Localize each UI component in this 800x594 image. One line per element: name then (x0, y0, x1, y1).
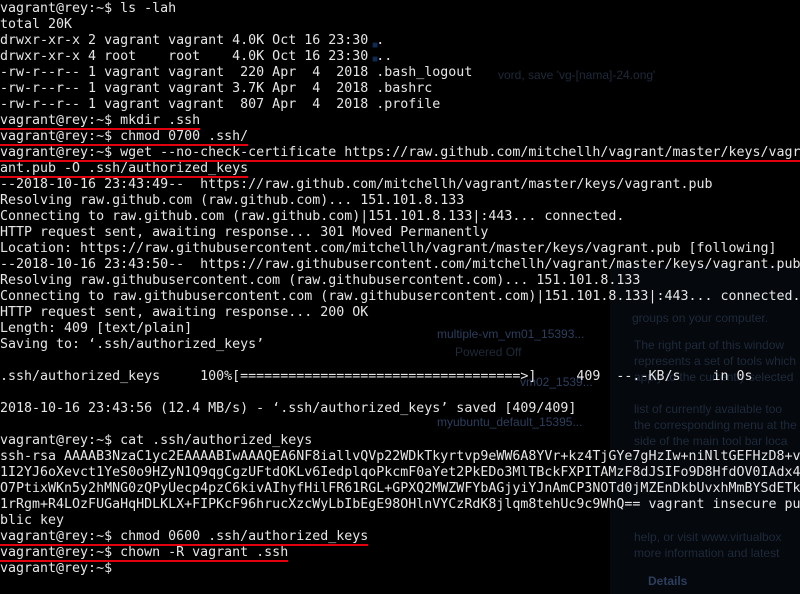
terminal-line: Connecting to raw.githubusercontent.com … (0, 289, 800, 304)
highlighted-command: ant.pub -O .ssh/authorized_keys (0, 161, 249, 178)
terminal-line: Resolving raw.github.com (raw.github.com… (0, 193, 465, 208)
highlighted-command: vagrant@rey:~$ wget --no-check-certifica… (0, 145, 800, 162)
terminal-window[interactable]: vord, save 'vg-[nama]-24.ong' ■ ■ multip… (0, 0, 800, 594)
terminal-line: .ssh/authorized_keys 100%[==============… (0, 369, 753, 384)
terminal-line: O7PtixWKn5y2hMNG0zQPyUecp4pzC6kivAIhyfHi… (0, 481, 800, 496)
terminal-line: -rw-r--r-- 1 vagrant vagrant 220 Apr 4 2… (0, 65, 473, 80)
terminal-line: Length: 409 [text/plain] (0, 321, 193, 336)
terminal-line: vagrant@rey:~$ chmod 0700 .ssh/ (0, 129, 800, 146)
terminal-line: Saving to: ‘.ssh/authorized_keys’ (0, 337, 265, 352)
terminal-line: 1I2YJ6oXevct1YeS0o9HZyN1Q9qgCgzUFtdOKLv6… (0, 465, 800, 480)
terminal-line: 1rRgm+R4LOzFUGaHqHDLKLX+FIPKcF96hrucXzcW… (0, 497, 800, 512)
terminal-line: --2018-10-16 23:43:49-- https://raw.gith… (0, 177, 713, 192)
terminal-line: drwxr-xr-x 2 vagrant vagrant 4.0K Oct 16… (0, 33, 385, 48)
terminal-line: vagrant@rey:~$ chmod 0600 .ssh/authorize… (0, 529, 800, 546)
terminal-line: vagrant@rey:~$ wget --no-check-certifica… (0, 145, 800, 162)
highlighted-command: vagrant@rey:~$ chown -R vagrant .ssh (0, 545, 289, 562)
terminal-line: Connecting to raw.github.com (raw.github… (0, 209, 625, 224)
highlighted-command: vagrant@rey:~$ mkdir .ssh (0, 113, 201, 130)
highlighted-command: vagrant@rey:~$ chmod 0700 .ssh/ (0, 129, 249, 146)
terminal-line: Location: https://raw.githubusercontent.… (0, 241, 777, 256)
terminal-line: ssh-rsa AAAAB3NzaC1yc2EAAAABIwAAAQEA6NF8… (0, 449, 800, 464)
terminal-line: Resolving raw.githubusercontent.com (raw… (0, 273, 641, 288)
terminal-line: 2018-10-16 23:43:56 (12.4 MB/s) - ‘.ssh/… (0, 401, 577, 416)
terminal-line: total 20K (0, 17, 73, 32)
terminal-line: ant.pub -O .ssh/authorized_keys (0, 161, 800, 178)
terminal-line: vagrant@rey:~$ cat .ssh/authorized_keys (0, 433, 313, 448)
highlighted-command: vagrant@rey:~$ chmod 0600 .ssh/authorize… (0, 529, 369, 546)
shell-prompt: vagrant@rey:~$ (0, 561, 121, 576)
terminal-line: blic key (0, 513, 65, 528)
terminal-prompt-line[interactable]: vagrant@rey:~$ (0, 561, 800, 577)
terminal-line: --2018-10-16 23:43:50-- https://raw.gith… (0, 257, 800, 272)
terminal-line: HTTP request sent, awaiting response... … (0, 305, 369, 320)
terminal-line: -rw-r--r-- 1 vagrant vagrant 807 Apr 4 2… (0, 97, 441, 112)
terminal-output: vagrant@rey:~$ ls -lah total 20K drwxr-x… (0, 0, 800, 577)
terminal-line: vagrant@rey:~$ chown -R vagrant .ssh (0, 545, 800, 562)
terminal-line: drwxr-xr-x 4 root root 4.0K Oct 16 23:30… (0, 49, 393, 64)
terminal-line: vagrant@rey:~$ ls -lah (0, 1, 177, 16)
terminal-line: HTTP request sent, awaiting response... … (0, 225, 489, 240)
terminal-line: vagrant@rey:~$ mkdir .ssh (0, 113, 800, 130)
terminal-line: -rw-r--r-- 1 vagrant vagrant 3.7K Apr 4 … (0, 81, 433, 96)
